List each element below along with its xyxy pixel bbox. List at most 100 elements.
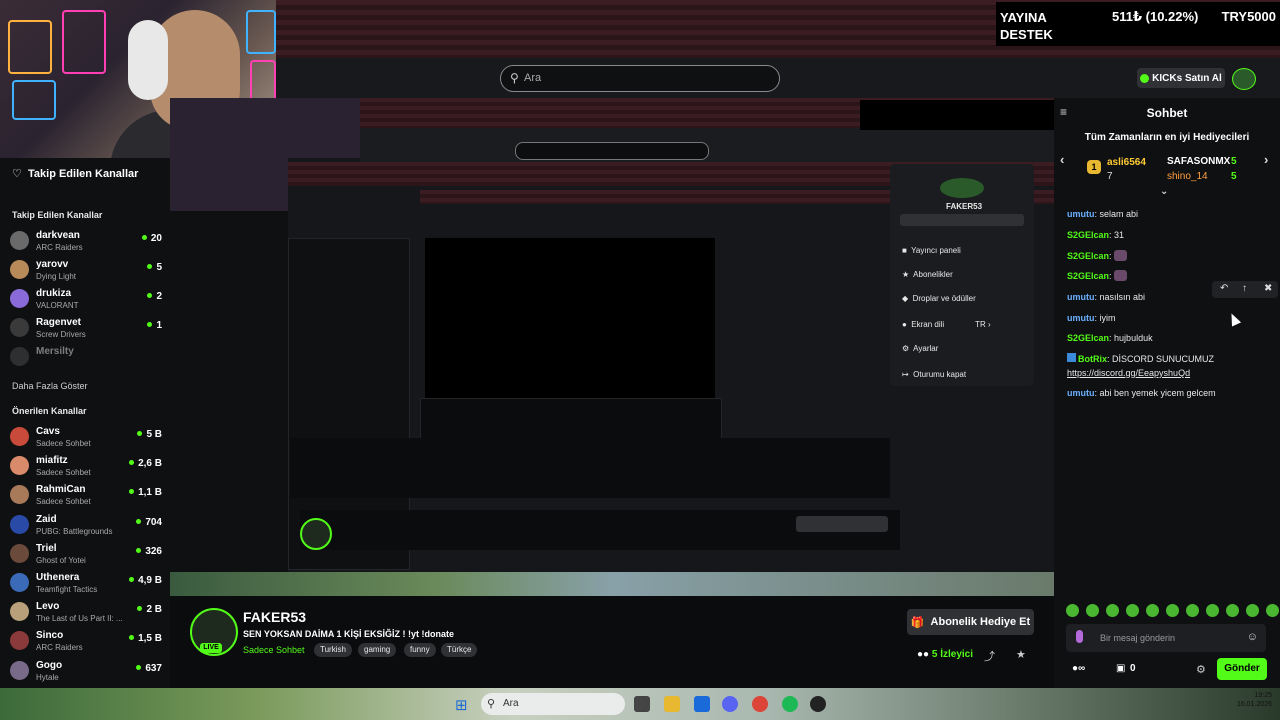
task-view-icon[interactable] <box>634 696 650 712</box>
sidebar-item-rahmican[interactable]: RahmiCan Sadece Sohbet 1,1 B <box>10 483 162 511</box>
chat-message[interactable]: BotRix: DİSCORD SUNUCUMUZ <box>1067 353 1272 366</box>
chat-username[interactable]: umutu <box>1067 388 1095 398</box>
start-icon[interactable]: ⊞ <box>455 696 468 714</box>
discord-icon[interactable] <box>722 696 738 712</box>
sidebar-item-levo[interactable]: Levo The Last of Us Part II: ... 2 B <box>10 600 162 628</box>
chat-message[interactable]: umutu: selam abi <box>1067 208 1272 221</box>
donation-label-line1: YAYINA <box>1000 10 1047 25</box>
emote-icon[interactable] <box>1246 604 1259 617</box>
send-button[interactable]: Gönder <box>1217 658 1267 680</box>
channel-viewers: 1,5 B <box>129 633 162 644</box>
taskbar-search[interactable]: ⚲ Ara <box>481 693 625 715</box>
users-icon[interactable]: ●∞ <box>1072 663 1085 674</box>
sidebar-item-cavs[interactable]: Cavs Sadece Sohbet 5 B <box>10 425 162 453</box>
user-avatar[interactable] <box>1232 68 1256 90</box>
emote-icon[interactable] <box>1166 604 1179 617</box>
sidebar-item-ragenvet[interactable]: Ragenvet Screw Drivers 1 <box>10 316 162 344</box>
channel-avatar <box>10 456 29 476</box>
search-input[interactable]: ⚲ Ara <box>500 65 780 92</box>
show-more-link[interactable]: Daha Fazla Göster <box>12 381 88 391</box>
follow-icon[interactable]: ★ <box>1016 648 1026 661</box>
gifter-count: 7 <box>1107 171 1113 182</box>
mic-icon[interactable] <box>1076 630 1083 643</box>
channel-avatar <box>10 289 29 308</box>
app-icon[interactable] <box>810 696 826 712</box>
channel-name: Triel <box>36 542 57 554</box>
kicks-buy-button[interactable]: KICKs Satın Al <box>1137 68 1225 88</box>
tag-funny[interactable]: funny <box>404 643 436 657</box>
emote-icon[interactable] <box>1086 604 1099 617</box>
donation-goal-bar: YAYINA DESTEK 511₺ (10.22%) TRY5000 <box>996 2 1280 46</box>
chat-username[interactable]: S2GElcan <box>1067 251 1109 261</box>
channel-game: Sadece Sohbet <box>36 497 91 507</box>
sidebar-item-mersilty[interactable]: Mersilty <box>10 345 162 373</box>
channel-avatar <box>10 485 29 505</box>
gift-icon: 🎁 <box>910 616 925 629</box>
chevron-down-icon[interactable]: ⌄ <box>1160 186 1168 197</box>
sidebar-item-yarovv[interactable]: yarovv Dying Light 5 <box>10 258 162 286</box>
channel-name: Gogo <box>36 659 63 671</box>
delete-icon[interactable]: ✖ <box>1264 283 1272 294</box>
sidebar-item-gogo[interactable]: Gogo Hytale 637 <box>10 659 162 687</box>
gifter-count: 5 <box>1231 156 1237 167</box>
reply-icon[interactable]: ↶ <box>1220 283 1228 294</box>
gifter-name[interactable]: asli6564 <box>1107 157 1146 168</box>
emote-icon[interactable] <box>1266 604 1279 617</box>
taskbar-clock[interactable]: 19:25 16.01.2026 <box>1222 691 1272 709</box>
chat-message[interactable]: umutu: abi ben yemek yicem gelcem <box>1067 387 1272 400</box>
chat-username[interactable]: S2GElcan <box>1067 271 1109 281</box>
gifter-name[interactable]: shino_14 <box>1167 171 1208 182</box>
store-icon[interactable] <box>694 696 710 712</box>
pin-icon[interactable]: ↑ <box>1242 283 1247 294</box>
sidebar-item-miafitz[interactable]: miafitz Sadece Sohbet 2,6 B <box>10 454 162 482</box>
share-icon[interactable]: ⤴ <box>984 648 995 664</box>
emote-icon[interactable] <box>1186 604 1199 617</box>
spotify-icon[interactable] <box>782 696 798 712</box>
chat-username[interactable]: S2GElcan <box>1067 333 1109 343</box>
file-explorer-icon[interactable] <box>664 696 680 712</box>
tag-gaming[interactable]: gaming <box>358 643 397 657</box>
emote-icon[interactable] <box>1146 604 1159 617</box>
sidebar-item-sinco[interactable]: Sinco ARC Raiders 1,5 B <box>10 629 162 657</box>
sidebar-item-zaid[interactable]: Zaid PUBG: Battlegrounds 704 <box>10 513 162 541</box>
sidebar-item-uthenera[interactable]: Uthenera Teamfight Tactics 4,9 B <box>10 571 162 599</box>
emote-icon[interactable] <box>1066 604 1079 617</box>
emote-icon <box>1114 250 1128 261</box>
stream-category[interactable]: Sadece Sohbet <box>243 645 305 655</box>
chat-username[interactable]: umutu <box>1067 209 1095 219</box>
clock-time: 19:25 <box>1254 692 1272 699</box>
tag-turkce[interactable]: Türkçe <box>441 643 478 657</box>
prev-gifter-icon[interactable]: ‹ <box>1060 152 1064 167</box>
gifter-name[interactable]: SAFASONMX <box>1167 156 1230 167</box>
settings-gear-icon[interactable]: ⚙ <box>1196 663 1206 676</box>
emote-icon[interactable] <box>1106 604 1119 617</box>
emoji-icon[interactable]: ☺ <box>1247 631 1258 643</box>
gift-subscription-button[interactable]: 🎁 Abonelik Hediye Et <box>907 609 1034 635</box>
chat-username[interactable]: S2GElcan <box>1067 230 1109 240</box>
sidebar-item-darkvean[interactable]: darkvean ARC Raiders 20 <box>10 229 162 257</box>
chat-username[interactable]: umutu <box>1067 292 1095 302</box>
video-player[interactable]: FAKER53 ■ Yayıncı paneli ★ Abonelikler ◆… <box>170 98 1054 596</box>
emote-icon[interactable] <box>1226 604 1239 617</box>
channel-game: ARC Raiders <box>36 243 83 252</box>
chat-input[interactable]: Bir mesaj gönderin ☺ <box>1066 624 1266 652</box>
viewers-number: 5 <box>931 649 938 660</box>
chat-message[interactable]: umutu: iyim <box>1067 312 1272 325</box>
tag-turkish[interactable]: Turkish <box>314 643 352 657</box>
sidebar-item-triel[interactable]: Triel Ghost of Yotei 326 <box>10 542 162 570</box>
next-gifter-icon[interactable]: › <box>1264 152 1268 167</box>
left-sidebar: ♡ Takip Edilen Kanallar Takip Edilen Kan… <box>0 158 170 688</box>
chat-message[interactable]: S2GElcan: 31 <box>1067 229 1272 242</box>
chat-message[interactable]: S2GElcan: <box>1067 250 1272 263</box>
sidebar-item-drukiza[interactable]: drukiza VALORANT 2 <box>10 287 162 315</box>
emote-icon[interactable] <box>1126 604 1139 617</box>
chat-message[interactable]: S2GElcan: hujbulduk <box>1067 332 1272 345</box>
channel-game: Screw Drivers <box>36 330 86 339</box>
chat-username[interactable]: BotRix <box>1078 354 1107 364</box>
chat-username[interactable]: umutu <box>1067 313 1095 323</box>
channel-name: Ragenvet <box>36 317 82 328</box>
chrome-icon[interactable] <box>752 696 768 712</box>
emote-icon[interactable] <box>1206 604 1219 617</box>
chat-message[interactable]: https://discord.gg/EeapyshuQd <box>1067 367 1272 380</box>
streamer-name[interactable]: FAKER53 <box>243 609 306 625</box>
